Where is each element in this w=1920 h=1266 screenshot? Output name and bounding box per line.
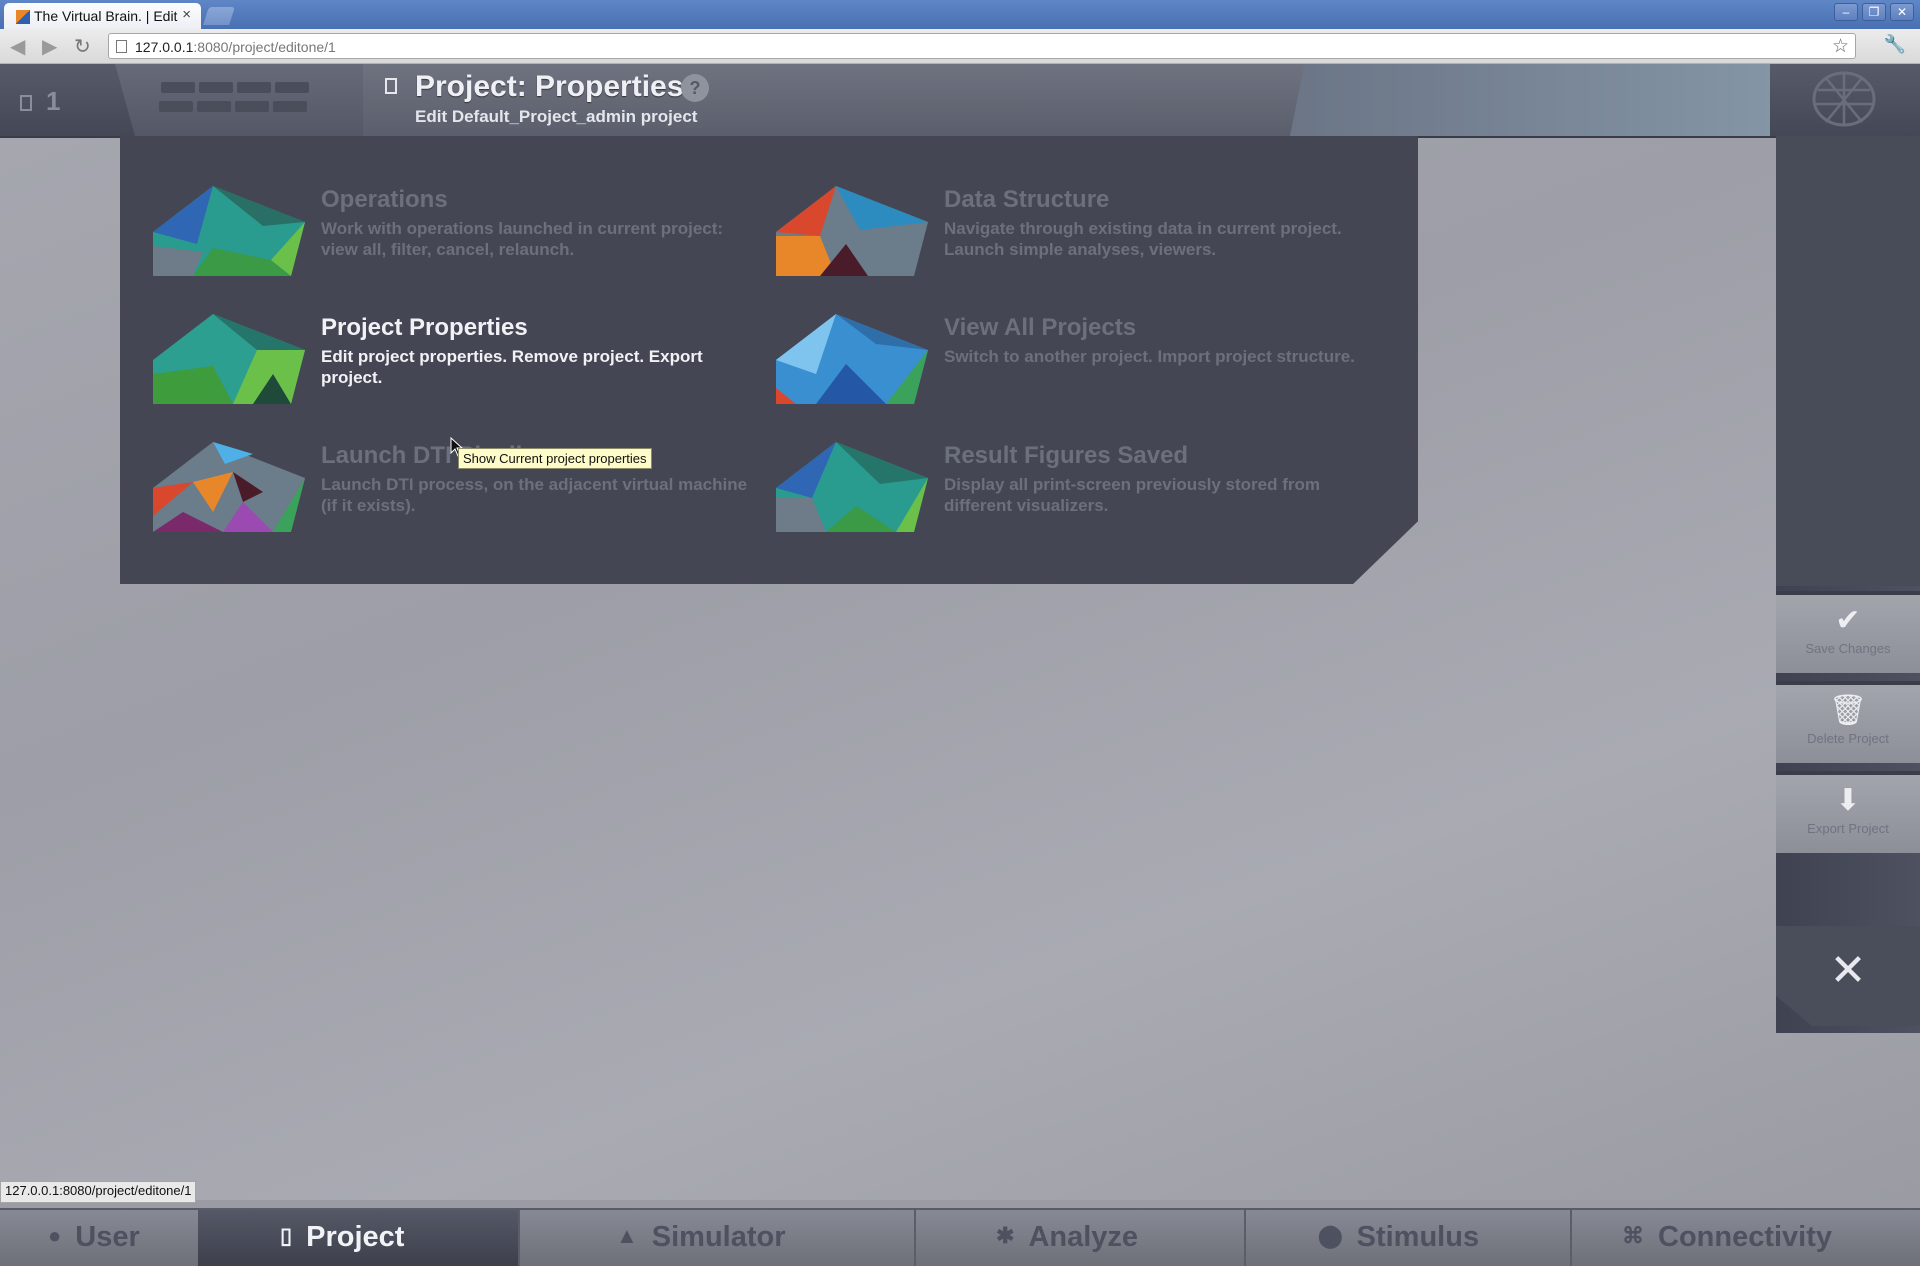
tvb-favicon-icon xyxy=(16,10,30,24)
menu-title: View All Projects xyxy=(944,314,1137,341)
connectivity-icon: ⌘ xyxy=(1622,1223,1644,1248)
address-bar[interactable]: 127.0.0.1:8080/project/editone/1 ☆ xyxy=(108,33,1856,59)
menu-title: Data Structure xyxy=(944,186,1110,213)
nav-tab-label: Stimulus xyxy=(1356,1221,1480,1253)
address-path: :8080/project/editone/1 xyxy=(193,39,336,55)
trash-icon: 🗑 xyxy=(1828,694,1868,727)
menu-grid-icon xyxy=(199,82,233,93)
menu-item-data-structure[interactable]: Data Structure Navigate through existing… xyxy=(776,186,1376,286)
menu-description: Work with operations launched in current… xyxy=(321,219,724,259)
app-header: 1 Project: Properties ? Edit Default_Pro… xyxy=(0,64,1920,138)
save-changes-label: Save Changes xyxy=(1805,641,1891,656)
document-icon xyxy=(20,95,32,111)
tvb-app: 1 Project: Properties ? Edit Default_Pro… xyxy=(0,64,1920,1266)
menu-description: Launch DTI process, on the adjacent virt… xyxy=(321,475,748,515)
download-arrow-icon: ⬇ xyxy=(1835,784,1861,817)
action-rail xyxy=(1776,136,1920,1033)
nav-tab-user[interactable]: ● User xyxy=(30,1210,195,1266)
nav-tab-label: Project xyxy=(306,1221,405,1253)
save-changes-button[interactable]: ✔ Save Changes xyxy=(1776,591,1920,673)
menu-grid-icon xyxy=(237,82,271,93)
menu-item-result-figures-saved[interactable]: Result Figures Saved Display all print-s… xyxy=(776,442,1376,542)
pin-icon: ⬤ xyxy=(1318,1223,1343,1248)
bottom-navigation: ● User ▯ Project ▲ Simulator ✱ Analyze ⬤ Stim… xyxy=(0,1208,1920,1266)
menu-description: Display all print-screen previously stor… xyxy=(944,475,1321,515)
nav-tab-simulator[interactable]: ▲ Simulator xyxy=(518,1210,914,1266)
project-count: 1 xyxy=(46,86,61,116)
menu-item-view-all-projects[interactable]: View All Projects Switch to another proj… xyxy=(776,314,1376,414)
delete-project-button[interactable]: 🗑 Delete Project xyxy=(1776,681,1920,763)
view-all-projects-logo-icon xyxy=(776,314,928,404)
nav-tab-label: Analyze xyxy=(1028,1221,1139,1253)
menu-description: Navigate through existing data in curren… xyxy=(944,219,1342,259)
header-right-panel xyxy=(1290,64,1770,136)
nav-tab-analyze[interactable]: ✱ Analyze xyxy=(914,1210,1244,1266)
nav-tab-label: User xyxy=(75,1221,140,1253)
browser-titlebar: The Virtual Brain. | Edit × – ❐ ✕ xyxy=(0,0,1920,29)
main-menu-button[interactable] xyxy=(115,64,365,136)
user-icon: ● xyxy=(48,1223,62,1248)
menu-description: Edit project properties. Remove project.… xyxy=(321,347,703,387)
menu-title: Operations xyxy=(321,186,448,213)
menu-title: Result Figures Saved xyxy=(944,442,1189,469)
address-url[interactable]: 127.0.0.1:8080/project/editone/1 xyxy=(135,39,336,55)
maximize-button[interactable]: ❐ xyxy=(1862,3,1886,21)
delete-project-label: Delete Project xyxy=(1807,731,1889,746)
document-icon xyxy=(385,78,397,94)
minimize-button[interactable]: – xyxy=(1834,3,1858,21)
page-icon xyxy=(116,40,127,53)
back-arrow-icon[interactable]: ◀ xyxy=(10,34,25,59)
nav-tab-connectivity[interactable]: ⌘ Connectivity xyxy=(1570,1210,1920,1266)
gear-icon: ✱ xyxy=(996,1223,1015,1248)
tab-title: The Virtual Brain. | Edit xyxy=(34,8,178,24)
menu-item-operations[interactable]: Operations Work with operations launched… xyxy=(153,186,753,286)
browser-toolbar: ◀ ▶ ↻ 127.0.0.1:8080/project/editone/1 ☆… xyxy=(0,29,1920,64)
export-project-button[interactable]: ⬇ Export Project xyxy=(1776,771,1920,853)
menu-description: Switch to another project. Import projec… xyxy=(944,347,1355,366)
project-menu-panel: Operations Work with operations launched… xyxy=(120,136,1418,584)
menu-item-launch-dti-pipeline[interactable]: Launch DTI Pipeline Launch DTI process, … xyxy=(153,442,753,542)
menu-grid-icon xyxy=(235,101,269,112)
address-host: 127.0.0.1 xyxy=(135,39,194,55)
operations-logo-icon xyxy=(153,186,305,276)
nav-tab-label: Simulator xyxy=(651,1221,786,1253)
document-icon: ▯ xyxy=(280,1223,293,1248)
menu-grid-icon xyxy=(159,101,193,112)
checkmark-icon: ✔ xyxy=(1835,604,1861,637)
menu-title: Project Properties xyxy=(321,314,528,341)
rocket-icon: ▲ xyxy=(616,1223,638,1248)
wrench-menu-icon[interactable]: 🔧 xyxy=(1884,34,1906,55)
nav-tab-label: Connectivity xyxy=(1658,1221,1833,1253)
window-controls: – ❐ ✕ xyxy=(1834,3,1914,21)
dti-pipeline-logo-icon xyxy=(153,442,305,532)
menu-grid-icon xyxy=(275,82,309,93)
page-title: Project: Properties xyxy=(415,70,684,103)
reload-icon[interactable]: ↻ xyxy=(74,34,91,59)
nav-tab-stimulus[interactable]: ⬤ Stimulus xyxy=(1244,1210,1570,1266)
help-button[interactable]: ? xyxy=(681,74,709,102)
data-structure-logo-icon xyxy=(776,186,928,276)
brain-globe-icon[interactable] xyxy=(1812,70,1876,128)
page-subtitle: Edit Default_Project_admin project xyxy=(415,107,698,126)
close-panel-button[interactable]: ✕ xyxy=(1776,926,1920,1026)
menu-item-project-properties[interactable]: Project Properties Edit project properti… xyxy=(153,314,753,414)
nav-tab-project[interactable]: ▯ Project xyxy=(198,1210,518,1266)
project-properties-logo-icon xyxy=(153,314,305,404)
menu-grid-icon xyxy=(197,101,231,112)
close-window-button[interactable]: ✕ xyxy=(1890,3,1914,21)
result-figures-logo-icon xyxy=(776,442,928,532)
project-counter[interactable]: 1 xyxy=(20,86,60,117)
rail-top xyxy=(1776,136,1920,586)
bookmark-star-icon[interactable]: ☆ xyxy=(1832,35,1849,58)
forward-arrow-icon[interactable]: ▶ xyxy=(42,34,57,59)
menu-grid-icon xyxy=(273,101,307,112)
tab-close-icon[interactable]: × xyxy=(182,6,191,23)
menu-grid-icon xyxy=(161,82,195,93)
export-project-label: Export Project xyxy=(1807,821,1889,836)
new-tab-button[interactable] xyxy=(203,7,235,25)
tooltip: Show Current project properties xyxy=(458,448,652,469)
browser-tab[interactable]: The Virtual Brain. | Edit × xyxy=(4,3,201,29)
